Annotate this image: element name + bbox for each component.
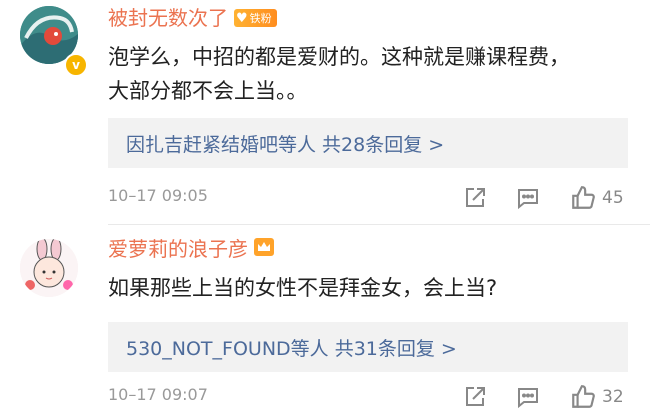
comment-icon[interactable] [516,183,540,213]
username[interactable]: 爱萝莉的浪子彦 [108,236,248,262]
crown-badge-icon [254,238,274,260]
replies-summary[interactable]: 因扎吉赶紧结婚吧等人 共28条回复 > [108,118,628,168]
heart-icon: ♥ [236,10,248,26]
comment-text-line: 泡学么，中招的都是爱财的。这种就是赚课程费， [108,45,570,69]
share-icon[interactable] [463,183,487,213]
like-count: 32 [602,387,624,407]
comment-text: 如果那些上当的女性不是拜金女，会上当? [108,271,628,305]
comment-text-line: 大部分都不会上当。。 [108,79,308,103]
like-button[interactable]: 32 [570,382,624,412]
replies-summary-text: 530_NOT_FOUND等人 共31条回复 > [126,337,457,360]
avatar[interactable] [20,239,78,297]
comment-header: 被封无数次了 ♥ 铁粉 [108,5,277,31]
username[interactable]: 被封无数次了 [108,5,228,31]
comment-meta: 10–17 09:07 32 [108,382,650,412]
comment-text-line: 如果那些上当的女性不是拜金女，会上当? [108,276,498,300]
verified-badge-icon: v [64,53,88,77]
like-thumb-icon [572,385,595,408]
comment-timestamp: 10–17 09:05 [108,186,208,205]
comment-meta: 10–17 09:05 45 [108,183,650,213]
comment-header: 爱萝莉的浪子彦 [108,236,274,262]
like-count: 45 [602,188,624,208]
replies-summary-text: 因扎吉赶紧结婚吧等人 共28条回复 > [126,133,445,156]
comment-icon[interactable] [516,382,540,412]
comment-item: 爱萝莉的浪子彦 如果那些上当的女性不是拜金女，会上当? 530_NOT_FOUN… [0,225,650,417]
share-icon[interactable] [463,382,487,412]
like-thumb-icon [572,186,595,209]
fan-badge: ♥ 铁粉 [234,9,277,27]
comment-text: 泡学么，中招的都是爱财的。这种就是赚课程费， 大部分都不会上当。。 [108,40,628,108]
fan-badge-label: 铁粉 [249,12,272,25]
like-button[interactable]: 45 [570,183,624,213]
replies-summary[interactable]: 530_NOT_FOUND等人 共31条回复 > [108,322,628,372]
comment-timestamp: 10–17 09:07 [108,385,208,404]
comment-item: v 被封无数次了 ♥ 铁粉 泡学么，中招的都是爱财的。这种就是赚课程费， 大部分… [0,0,650,225]
